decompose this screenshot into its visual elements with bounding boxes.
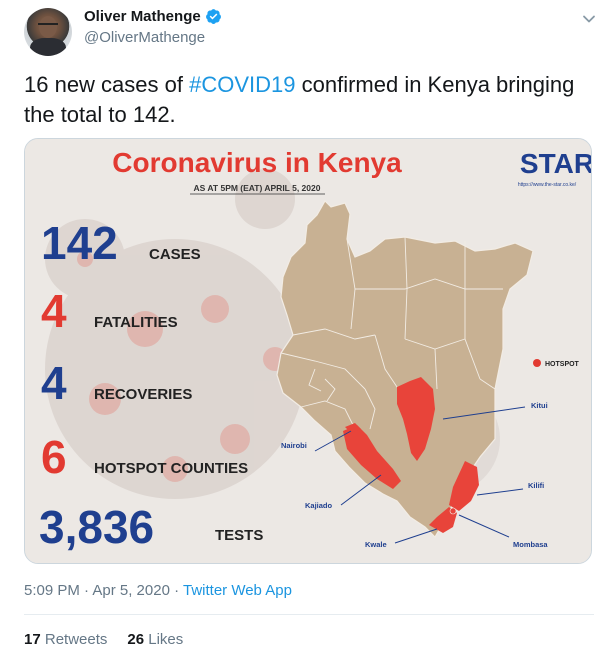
tweet-source-app[interactable]: Twitter Web App	[183, 582, 292, 599]
tweet-meta: 5:09 PM · Apr 5, 2020 · Twitter Web App	[24, 582, 292, 599]
star-logo: STAR	[520, 148, 592, 179]
infographic-image[interactable]: Coronavirus in Kenya AS AT 5PM (EAT) APR…	[24, 138, 592, 564]
infographic-title: Coronavirus in Kenya	[112, 147, 402, 178]
label-kilifi: Kilifi	[528, 481, 544, 490]
infographic-subtitle: AS AT 5PM (EAT) APRIL 5, 2020	[194, 183, 321, 193]
recoveries-label: RECOVERIES	[94, 386, 192, 403]
hashtag-link[interactable]: #COVID19	[189, 72, 295, 97]
retweets-count: 17	[24, 631, 41, 648]
likes-label: Likes	[148, 631, 184, 648]
avatar-suit	[30, 38, 66, 56]
avatar-glasses	[38, 23, 58, 27]
label-nairobi: Nairobi	[281, 441, 307, 450]
hotspot-counties-value: 6	[41, 431, 67, 483]
hotspot-counties-label: HOTSPOT COUNTIES	[94, 460, 248, 477]
cases-label: CASES	[149, 246, 201, 263]
author-name[interactable]: Oliver Mathenge	[84, 8, 222, 25]
cases-value: 142	[41, 217, 118, 269]
likes-count: 26	[127, 631, 145, 648]
hotspot-legend-label: HOTSPOT	[545, 361, 580, 368]
likes-stat[interactable]: 26 Likes	[127, 631, 183, 648]
tweet-stats: 17 Retweets 26 Likes	[24, 631, 183, 648]
author-name-text[interactable]: Oliver Mathenge	[84, 8, 201, 25]
fatalities-value: 4	[41, 285, 67, 337]
stats-divider	[24, 614, 594, 615]
label-kwale: Kwale	[365, 540, 387, 549]
verified-badge-icon	[205, 9, 221, 24]
tests-label: TESTS	[215, 527, 263, 544]
label-kitui: Kitui	[531, 401, 548, 410]
tests-value: 3,836	[39, 501, 154, 553]
tweet-timestamp[interactable]: 5:09 PM · Apr 5, 2020 ·	[24, 582, 183, 599]
label-kajiado: Kajiado	[305, 501, 333, 510]
label-mombasa: Mombasa	[513, 540, 548, 549]
retweets-label: Retweets	[44, 631, 108, 648]
chevron-down-icon[interactable]	[582, 12, 596, 26]
tweet: Oliver Mathenge @OliverMathenge 16 new c…	[0, 0, 614, 667]
recoveries-value: 4	[41, 357, 67, 409]
retweets-stat[interactable]: 17 Retweets	[24, 631, 107, 648]
hotspot-legend-dot	[533, 359, 541, 367]
tweet-text-before: 16 new cases of	[24, 72, 190, 97]
author-handle[interactable]: @OliverMathenge	[84, 29, 205, 46]
hotspot-mombasa	[449, 507, 457, 515]
tweet-text: 16 new cases of #COVID19 confirmed in Ke…	[24, 70, 594, 130]
infographic-svg: Coronavirus in Kenya AS AT 5PM (EAT) APR…	[25, 139, 592, 563]
avatar[interactable]	[24, 8, 72, 56]
avatar-face	[39, 16, 57, 38]
fatalities-label: FATALITIES	[94, 314, 178, 331]
star-url: https://www.the-star.co.ke/	[518, 182, 577, 188]
